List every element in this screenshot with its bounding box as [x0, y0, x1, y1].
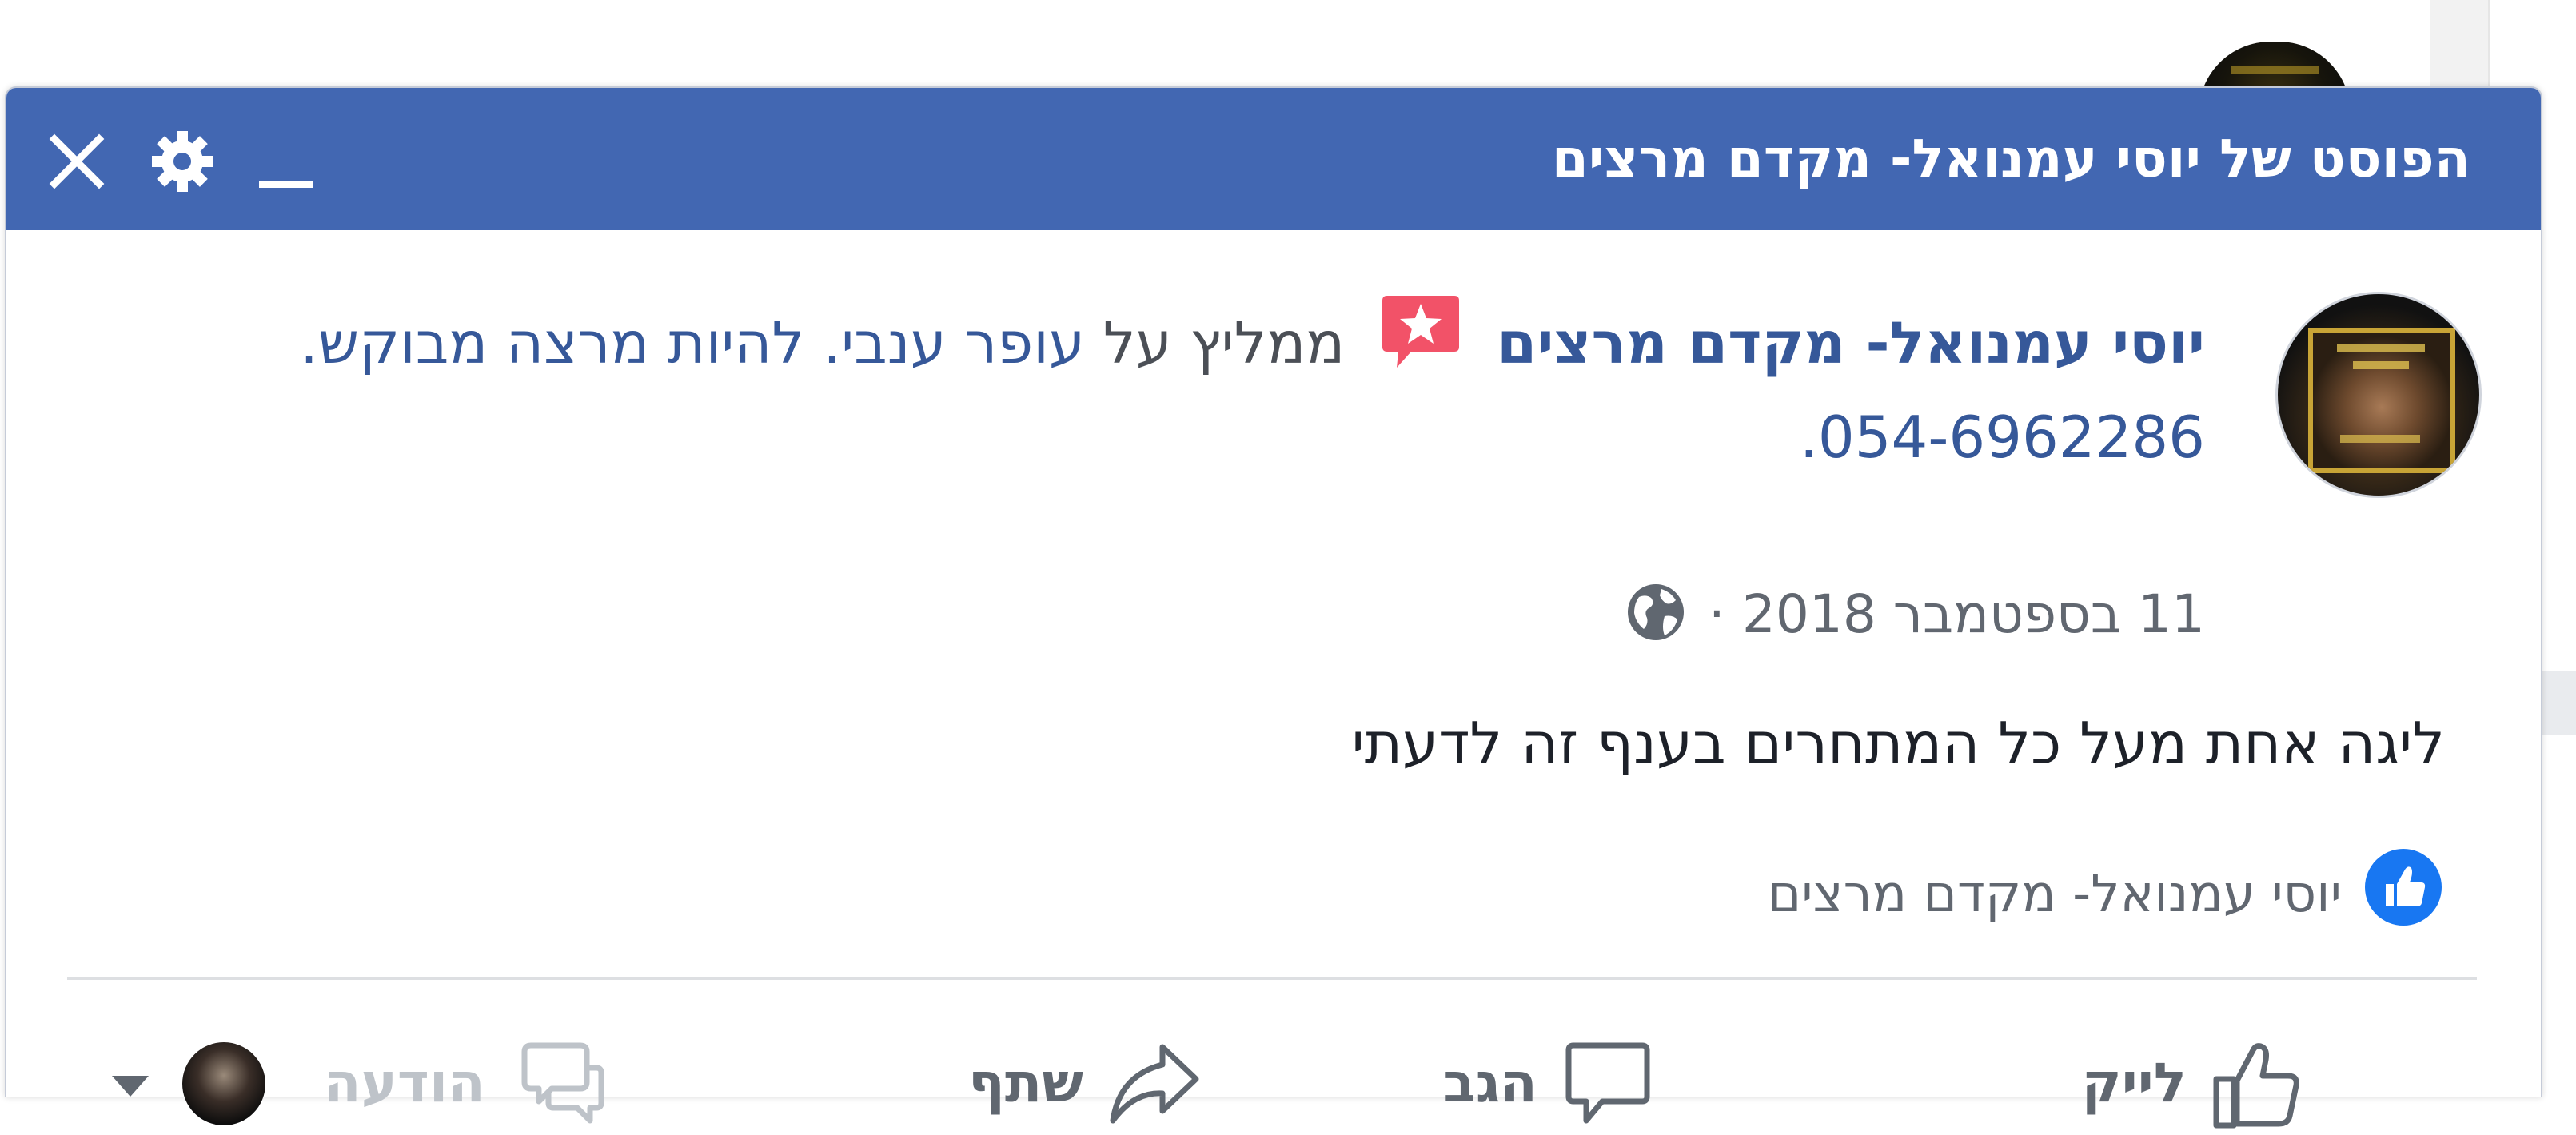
like-button[interactable]: לייק: [2082, 1031, 2309, 1135]
divider: [67, 977, 2477, 980]
thumbs-up-icon: [2205, 1031, 2309, 1135]
share-icon: [1102, 1031, 1206, 1135]
share-button[interactable]: שתף: [968, 1031, 1206, 1135]
comment-icon: [1556, 1031, 1660, 1135]
recommends-text: ממליץ על: [1103, 309, 1346, 376]
settings-button[interactable]: [144, 123, 221, 200]
minimize-button[interactable]: [248, 123, 325, 200]
post-popup: הפוסט של יוסי עמנואל- מקדם מרצים יוסי עמ…: [5, 86, 2542, 1129]
comment-label: הגב: [1442, 1051, 1537, 1115]
like-label: לייק: [2081, 1051, 2187, 1115]
caret-down-icon: [109, 1069, 152, 1101]
chat-bubbles-icon: [504, 1031, 608, 1135]
post-text: ליגה אחת מעל כל המתחרים בענף זה לדעתי: [1351, 710, 2445, 777]
message-label: הודעה: [323, 1051, 485, 1115]
close-icon: [49, 133, 105, 189]
message-button[interactable]: הודעה: [324, 1031, 608, 1135]
close-button[interactable]: [38, 123, 115, 200]
share-label: שתף: [968, 1051, 1083, 1115]
post-date[interactable]: 11 בספטמבר 2018: [1742, 583, 2205, 645]
minimize-icon: [259, 181, 313, 188]
page-avatar: [182, 1042, 265, 1125]
popup-titlebar: הפוסט של יוסי עמנואל- מקדם מרצים: [6, 88, 2541, 230]
page-selector[interactable]: [109, 1042, 269, 1130]
gear-icon: [152, 131, 213, 192]
author-avatar[interactable]: [2275, 292, 2482, 498]
meta-separator: ·: [1708, 583, 1725, 645]
popup-title: הפוסט של יוסי עמנואל- מקדם מרצים: [1551, 128, 2470, 189]
author-name[interactable]: יוסי עמנואל- מקדם מרצים: [1497, 309, 2205, 376]
likers-name[interactable]: יוסי עמנואל- מקדם מרצים: [1768, 865, 2342, 924]
background-card-edge: [2542, 671, 2576, 735]
comment-button[interactable]: הגב: [1442, 1031, 1660, 1135]
like-icon: [2363, 847, 2443, 927]
globe-icon[interactable]: [1625, 581, 1687, 643]
post-meta: 11 בספטמבר 2018 ·: [1625, 579, 2205, 651]
like-summary[interactable]: יוסי עמנואל- מקדם מרצים: [1768, 847, 2443, 927]
recommendation-badge-icon: [1379, 291, 1462, 371]
post-headline: יוסי עמנואל- מקדם מרצים ממליץ על עופר ענ…: [182, 291, 2205, 484]
